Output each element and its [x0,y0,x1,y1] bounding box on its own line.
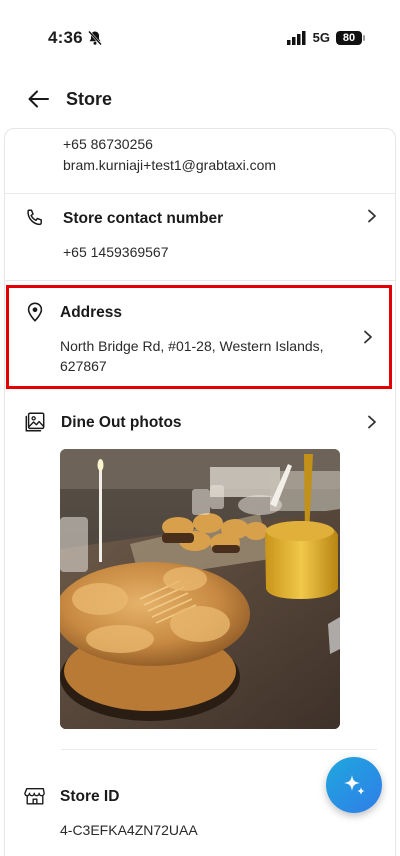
network-type: 5G [312,30,330,45]
store-contact-value: +65 1459369567 [63,244,169,260]
sparkle-icon [344,775,365,795]
divider [61,749,377,750]
chevron-right-icon[interactable] [366,415,378,429]
owner-email: bram.kurniaji+test1@grabtaxi.com [63,157,277,173]
bell-off-icon [88,30,102,46]
app-header: Store [0,80,400,120]
battery-indicator: 80 [336,30,365,45]
dine-out-photo-image [60,449,340,729]
page-title: Store [66,89,113,109]
status-bar: 4:36 5G 80 [0,0,400,76]
chevron-right-icon[interactable] [366,209,378,223]
back-arrow-icon[interactable] [26,88,50,110]
phone-icon [27,209,42,226]
address-line-1: North Bridge Rd, #01-28, Western Islands… [60,338,324,354]
signal-icon [286,30,306,45]
ai-assistant-fab[interactable] [326,757,382,813]
dine-out-photo[interactable] [60,449,340,729]
storefront-icon [24,787,45,805]
status-indicators: 5G 80 [286,30,365,45]
dine-out-photos-label: Dine Out photos [61,414,182,431]
status-time: 4:36 [48,28,83,47]
divider [5,280,395,281]
chevron-right-icon[interactable] [362,330,374,344]
store-contact-label: Store contact number [63,210,224,227]
address-line-2: 627867 [60,358,107,374]
address-label: Address [60,304,123,321]
store-id-value: 4-C3EFKA4ZN72UAA [60,822,198,838]
image-gallery-icon [25,412,45,432]
location-pin-icon [27,302,43,322]
divider [5,193,395,194]
owner-phone: +65 86730256 [63,136,153,152]
store-id-label: Store ID [60,788,120,805]
